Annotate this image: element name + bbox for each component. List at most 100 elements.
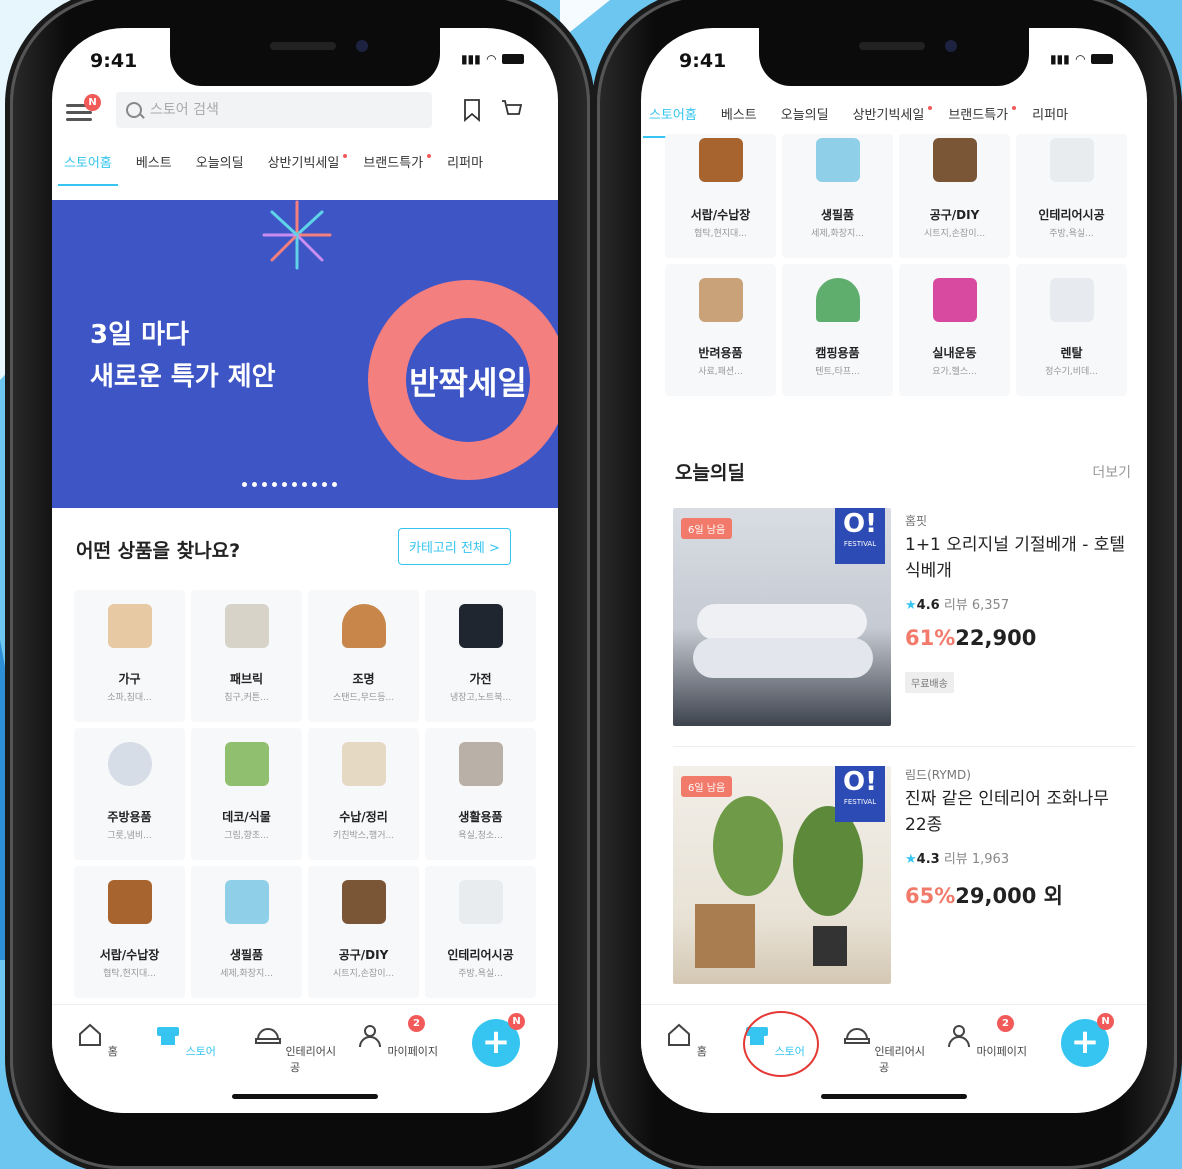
drawer-icon bbox=[699, 138, 743, 182]
nav-store[interactable]: 스토어 bbox=[140, 1021, 230, 1059]
deal-remaining-tag: 6일 남음 bbox=[681, 776, 733, 797]
notch bbox=[170, 28, 440, 86]
festival-badge: O! FESTIVAL bbox=[835, 508, 885, 564]
tab-best[interactable]: 베스트 bbox=[709, 94, 769, 138]
deal-price: 61%22,900 bbox=[905, 626, 1037, 650]
category-item[interactable]: 캠핑용품 텐트,타프... bbox=[782, 264, 893, 396]
notch bbox=[759, 28, 1029, 86]
deal-rating: ★4.3 리뷰 1,963 bbox=[905, 852, 1010, 867]
fabric-icon bbox=[225, 604, 269, 648]
nav-home[interactable]: 홈 bbox=[641, 1021, 731, 1059]
status-time: 9:41 bbox=[90, 50, 138, 72]
category-item[interactable]: 생필품 세제,화장지... bbox=[191, 866, 302, 998]
storage-basket-icon bbox=[342, 742, 386, 786]
deal-rating: ★4.6 리뷰 6,357 bbox=[905, 598, 1010, 613]
tab-store-home[interactable]: 스토어홈 bbox=[52, 142, 124, 186]
deal-title: 1+1 오리지널 기절베개 - 호텔식베개 bbox=[905, 535, 1126, 581]
home-indicator bbox=[232, 1094, 378, 1099]
phone-frame-right: 9:41 ▮▮▮ ◠ 스토어홈 베스트 오늘의딜 상반기빅세일 브랜드특가 리퍼… bbox=[597, 0, 1177, 1169]
cart-icon[interactable] bbox=[500, 98, 524, 122]
tab-big-sale[interactable]: 상반기빅세일 bbox=[256, 142, 352, 186]
deal-card[interactable]: 6일 남음 O! FESTIVAL 홈핏 1+1 오리지널 기절베개 - 호텔식베… bbox=[641, 508, 1147, 748]
promo-banner[interactable]: 3일 마다 새로운 특가 제안 반짝세일 bbox=[52, 200, 558, 508]
category-grid: 서랍/수납장 협탁,현지대... 생필품 세제,화장지... 공구/DIY 시트지,손… bbox=[665, 134, 1127, 396]
signal-icon: ▮▮▮ bbox=[1049, 52, 1070, 66]
star-icon: ★ bbox=[905, 598, 917, 613]
tab-brand-deal[interactable]: 브랜드특가 bbox=[936, 94, 1020, 138]
tools-icon bbox=[342, 880, 386, 924]
deal-brand: 홈핏 bbox=[905, 514, 928, 528]
category-item[interactable]: 공구/DIY 시트지,손잡이... bbox=[899, 134, 1010, 258]
status-icons: ▮▮▮ ◠ bbox=[1050, 52, 1113, 66]
category-item[interactable]: 공구/DIY 시트지,손잡이... bbox=[308, 866, 419, 998]
user-icon bbox=[947, 1025, 970, 1048]
tab-refurb[interactable]: 리퍼마 bbox=[435, 142, 495, 186]
category-item[interactable]: 생필품 세제,화장지... bbox=[782, 134, 893, 258]
festival-badge: O! FESTIVAL bbox=[835, 766, 885, 822]
phone-screen-left: 9:41 ▮▮▮ ◠ N 스토어 검색 스토어홈 베스트 오늘의딜 상반기빅세일… bbox=[52, 28, 558, 1113]
carousel-dots[interactable] bbox=[242, 482, 337, 487]
category-grid: 가구 소파,침대... 패브릭 침구,커튼... 조명 스탠드,무드등... 가전 냉장… bbox=[74, 590, 536, 998]
category-item[interactable]: 인테리어시공 주방,욕실... bbox=[1016, 134, 1127, 258]
tools-icon bbox=[933, 138, 977, 182]
more-link[interactable]: 더보기 bbox=[1092, 462, 1131, 482]
tab-todays-deal[interactable]: 오늘의딜 bbox=[184, 142, 256, 186]
category-item[interactable]: 데코/식물 그림,향초... bbox=[191, 728, 302, 860]
yoga-mat-icon bbox=[933, 278, 977, 322]
nav-mypage[interactable]: 마이페이지 bbox=[352, 1021, 442, 1059]
category-item[interactable]: 서랍/수납장 협탁,현지대... bbox=[74, 866, 185, 998]
section-title: 오늘의딜 bbox=[675, 462, 745, 484]
drawer-icon bbox=[108, 880, 152, 924]
menu-badge: N bbox=[84, 94, 101, 111]
wifi-icon: ◠ bbox=[486, 52, 496, 66]
tab-refurb[interactable]: 리퍼마 bbox=[1020, 94, 1080, 138]
sofa-icon bbox=[108, 604, 152, 648]
category-item[interactable]: 주방용품 그릇,냄비... bbox=[74, 728, 185, 860]
battery-icon bbox=[502, 54, 524, 64]
lamp-icon bbox=[342, 604, 386, 648]
nav-interior[interactable]: 인테리어시공 bbox=[250, 1021, 340, 1075]
detergent-icon bbox=[225, 880, 269, 924]
tab-todays-deal[interactable]: 오늘의딜 bbox=[769, 94, 841, 138]
tab-big-sale[interactable]: 상반기빅세일 bbox=[841, 94, 937, 138]
status-time: 9:41 bbox=[679, 50, 727, 72]
deal-image-plants: 6일 남음 O! FESTIVAL bbox=[673, 766, 891, 984]
category-item[interactable]: 인테리어시공 주방,욕실... bbox=[425, 866, 536, 998]
tab-store-home[interactable]: 스토어홈 bbox=[641, 94, 709, 138]
fab-badge: N bbox=[508, 1013, 525, 1030]
home-icon bbox=[79, 1023, 102, 1046]
banner-line1: 3일 마다 bbox=[90, 320, 189, 350]
category-item[interactable]: 가구 소파,침대... bbox=[74, 590, 185, 722]
plant-icon bbox=[225, 742, 269, 786]
star-icon: ★ bbox=[905, 852, 917, 867]
nav-home[interactable]: 홈 bbox=[52, 1021, 142, 1059]
search-input[interactable]: 스토어 검색 bbox=[116, 92, 432, 128]
category-item[interactable]: 실내운동 요가,헬스... bbox=[899, 264, 1010, 396]
fab-badge: N bbox=[1097, 1013, 1114, 1030]
nav-interior[interactable]: 인테리어시공 bbox=[839, 1021, 929, 1075]
banner-line2: 새로운 특가 제안 bbox=[90, 362, 276, 392]
category-item[interactable]: 수납/정리 키친박스,행거... bbox=[308, 728, 419, 860]
highlight-circle bbox=[743, 1011, 819, 1077]
category-item[interactable]: 패브릭 침구,커튼... bbox=[191, 590, 302, 722]
section-title: 어떤 상품을 찾나요? bbox=[76, 540, 241, 562]
deal-title: 진짜 같은 인테리어 조화나무 22종 bbox=[905, 789, 1109, 835]
deal-card[interactable]: 6일 남음 O! FESTIVAL 림드(RYMD) 진짜 같은 인테리어 조화나… bbox=[641, 766, 1147, 1006]
category-item[interactable]: 반려용품 사료,패션... bbox=[665, 264, 776, 396]
category-item[interactable]: 조명 스탠드,무드등... bbox=[308, 590, 419, 722]
mypage-badge: 2 bbox=[408, 1015, 425, 1032]
phone-screen-right: 9:41 ▮▮▮ ◠ 스토어홈 베스트 오늘의딜 상반기빅세일 브랜드특가 리퍼… bbox=[641, 28, 1147, 1113]
phone-frame-left: 9:41 ▮▮▮ ◠ N 스토어 검색 스토어홈 베스트 오늘의딜 상반기빅세일… bbox=[10, 0, 590, 1169]
bottom-nav: 홈 스토어 인테리어시공 마이페이지 2 + N bbox=[52, 1004, 558, 1113]
tab-brand-deal[interactable]: 브랜드특가 bbox=[351, 142, 435, 186]
category-all-button[interactable]: 카테고리 전체 > bbox=[398, 528, 511, 565]
category-item[interactable]: 서랍/수납장 협탁,현지대... bbox=[665, 134, 776, 258]
bookmark-icon[interactable] bbox=[460, 98, 484, 122]
category-item[interactable]: 생활용품 욕실,청소... bbox=[425, 728, 536, 860]
background-shape bbox=[560, 0, 610, 40]
category-item[interactable]: 렌탈 정수기,비데... bbox=[1016, 264, 1127, 396]
tab-best[interactable]: 베스트 bbox=[124, 142, 184, 186]
category-item[interactable]: 가전 냉장고,노트북... bbox=[425, 590, 536, 722]
store-tabs: 스토어홈 베스트 오늘의딜 상반기빅세일 브랜드특가 리퍼마 bbox=[52, 142, 558, 186]
nav-mypage[interactable]: 마이페이지 bbox=[941, 1021, 1031, 1059]
